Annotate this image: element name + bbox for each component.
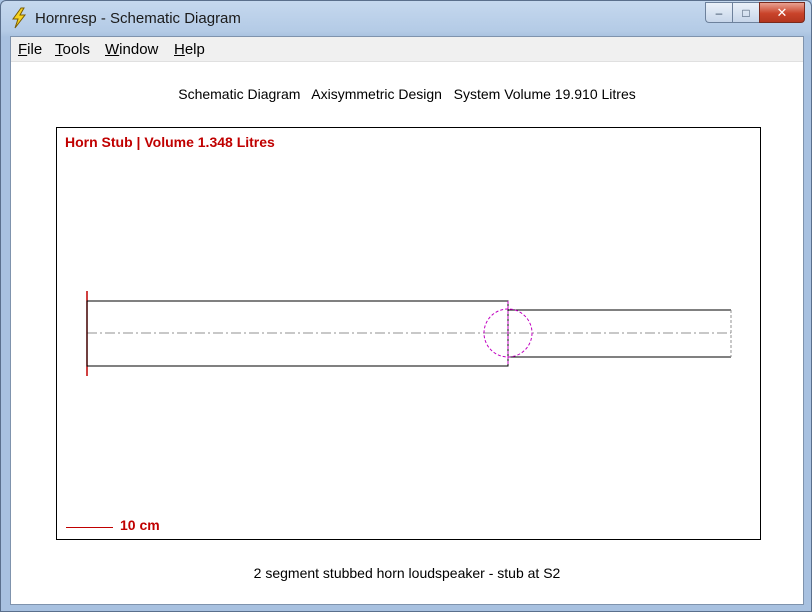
lightning-bolt-icon xyxy=(12,7,27,29)
menu-bar: File Tools Window Help xyxy=(11,37,803,62)
menu-file-hotkey: F xyxy=(18,41,28,58)
client-area: File Tools Window Help Schematic Diagram… xyxy=(10,36,804,605)
menu-tools-hotkey: T xyxy=(55,41,63,58)
caption-buttons: – □ ✕ xyxy=(705,2,805,23)
title-bar[interactable]: Hornresp - Schematic Diagram – □ ✕ xyxy=(1,1,811,35)
minimize-button[interactable]: – xyxy=(705,2,732,23)
menu-tools[interactable]: Tools xyxy=(55,41,90,58)
menu-tools-label: ools xyxy=(62,41,91,58)
window-title: Hornresp - Schematic Diagram xyxy=(35,10,241,27)
menu-help[interactable]: Help xyxy=(174,41,205,58)
menu-window[interactable]: Window xyxy=(105,41,158,58)
diagram-heading: Schematic Diagram Axisymmetric Design Sy… xyxy=(178,86,636,102)
menu-window-hotkey: W xyxy=(105,41,120,58)
scale-bar xyxy=(66,527,113,528)
schematic-drawing xyxy=(86,291,732,376)
diagram-caption: 2 segment stubbed horn loudspeaker - stu… xyxy=(253,565,561,581)
maximize-button[interactable]: □ xyxy=(732,2,759,23)
scale-label: 10 cm xyxy=(120,517,160,533)
menu-help-label: elp xyxy=(184,41,205,58)
main-window: Hornresp - Schematic Diagram – □ ✕ File … xyxy=(0,0,812,612)
menu-file-label: ile xyxy=(27,41,43,58)
menu-help-hotkey: H xyxy=(174,41,185,58)
close-button[interactable]: ✕ xyxy=(759,2,805,23)
menu-file[interactable]: File xyxy=(18,41,42,58)
schematic-canvas: Horn Stub | Volume 1.348 Litres 10 cm xyxy=(56,127,761,540)
menu-window-label: indow xyxy=(119,41,159,58)
